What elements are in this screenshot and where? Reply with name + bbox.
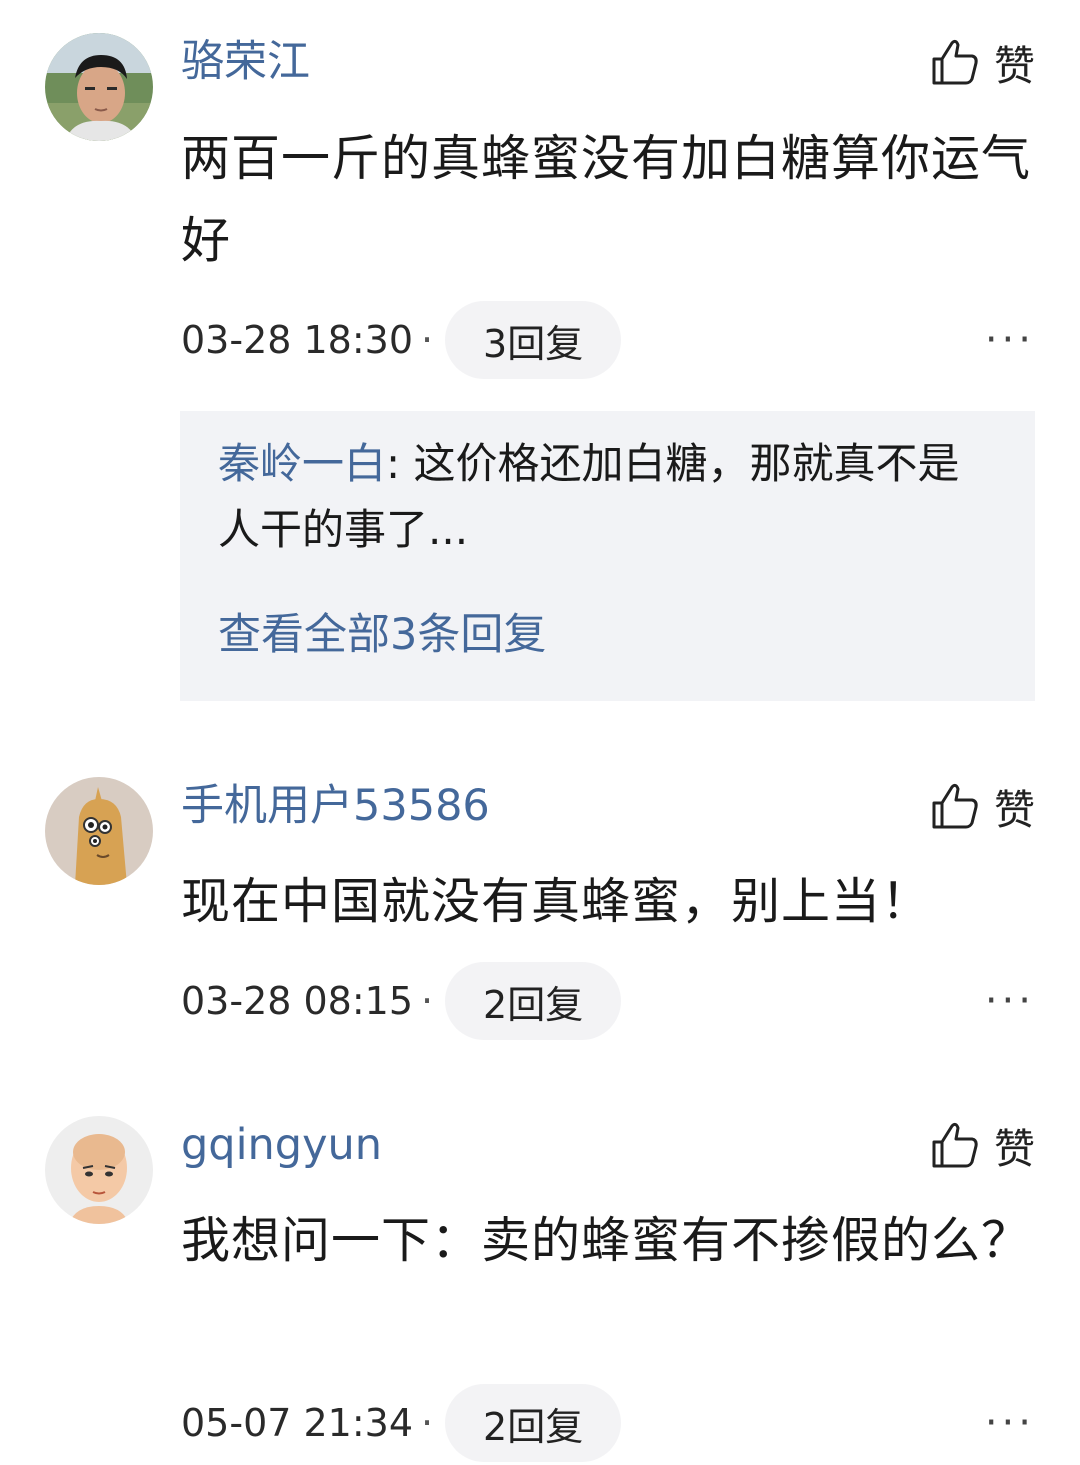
- separator-dot: ·: [421, 318, 434, 362]
- thumbs-up-icon: [932, 1122, 978, 1168]
- username[interactable]: gqingyun: [181, 1115, 382, 1175]
- like-label: 赞: [994, 786, 1035, 834]
- like-button[interactable]: 赞: [930, 1115, 1035, 1175]
- reply-preview-text: 秦岭一白: 这价格还加白糖，那就真不是人干的事了...: [218, 431, 978, 563]
- separator-dot: ·: [421, 979, 434, 1023]
- comment-text: 现在中国就没有真蜂蜜，别上当！: [181, 873, 932, 930]
- bald-cartoon-avatar-icon: [45, 1116, 153, 1224]
- separator-dot: ·: [421, 1401, 434, 1445]
- reply-preview-box[interactable]: 秦岭一白: 这价格还加白糖，那就真不是人干的事了... 查看全部3条回复: [180, 411, 1035, 701]
- user-avatar[interactable]: [45, 1116, 153, 1224]
- more-options-icon[interactable]: ···: [985, 301, 1035, 379]
- more-options-icon[interactable]: ···: [985, 962, 1035, 1040]
- username[interactable]: 骆荣江: [181, 32, 310, 92]
- thumbs-up-icon: [932, 783, 978, 829]
- user-avatar[interactable]: [45, 777, 153, 885]
- comment-time: 03-28 18:30: [181, 318, 414, 362]
- photo-avatar-icon: [45, 33, 153, 141]
- comment-meta: 03-28 18:30 · 3回复: [181, 301, 622, 379]
- thumbs-up-icon: [932, 39, 978, 85]
- like-button[interactable]: 赞: [930, 776, 1035, 836]
- like-button[interactable]: 赞: [930, 32, 1035, 92]
- replies-button[interactable]: 3回复: [445, 301, 622, 379]
- replies-button[interactable]: 2回复: [445, 1384, 622, 1462]
- view-all-replies-link[interactable]: 查看全部3条回复: [218, 605, 546, 665]
- comment-meta: 05-07 21:34 · 2回复: [181, 1384, 622, 1462]
- username[interactable]: 手机用户53586: [181, 776, 490, 836]
- replies-button[interactable]: 2回复: [445, 962, 622, 1040]
- reply-colon: :: [386, 439, 414, 488]
- comment-time: 03-28 08:15: [181, 979, 414, 1023]
- user-avatar[interactable]: [45, 33, 153, 141]
- cartoon-avatar-icon: [45, 777, 153, 885]
- like-label: 赞: [994, 1125, 1035, 1173]
- comment-time: 05-07 21:34: [181, 1401, 414, 1445]
- more-options-icon[interactable]: ···: [985, 1384, 1035, 1462]
- comment-meta: 03-28 08:15 · 2回复: [181, 962, 622, 1040]
- reply-author[interactable]: 秦岭一白: [218, 439, 386, 488]
- like-label: 赞: [994, 42, 1035, 90]
- comment-text: 我想问一下：卖的蜂蜜有不掺假的么？: [181, 1212, 1032, 1269]
- comment-text: 两百一斤的真蜂蜜没有加白糖算你运气好: [181, 130, 1032, 269]
